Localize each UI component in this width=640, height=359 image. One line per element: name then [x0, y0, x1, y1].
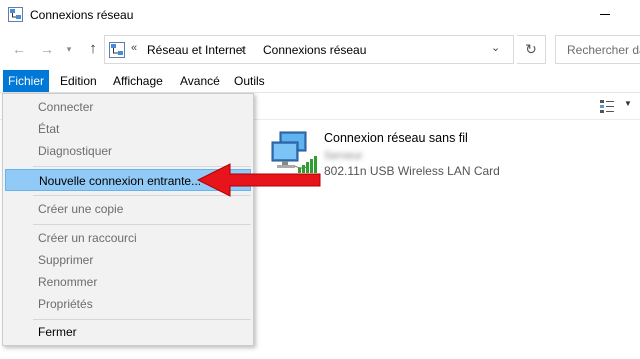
menu-item-connecter[interactable]: Connecter [5, 96, 251, 118]
menu-bar: Fichier Edition Affichage Avancé Outils [0, 70, 640, 93]
connection-ssid: Serveur [324, 150, 363, 162]
search-input[interactable]: Rechercher dans [555, 35, 640, 64]
search-placeholder: Rechercher dans [567, 43, 640, 57]
minimize-button[interactable] [600, 14, 610, 15]
menu-item-creer-une-copie[interactable]: Créer une copie [5, 198, 251, 220]
menu-avance[interactable]: Avancé [175, 70, 225, 92]
network-folder-icon [109, 42, 125, 58]
file-menu-dropdown: Connecter État Diagnostiquer Nouvelle co… [2, 93, 254, 346]
recent-locations-dropdown-icon[interactable]: ▾ [60, 40, 78, 58]
breadcrumb-connexions-reseau[interactable]: Connexions réseau [263, 43, 366, 57]
connection-name: Connexion réseau sans fil [324, 131, 468, 145]
breadcrumb-overflow-icon[interactable]: « [131, 42, 137, 54]
forward-arrow-icon[interactable]: → [38, 40, 56, 58]
refresh-button[interactable]: ↻ [517, 35, 546, 64]
change-view-icon[interactable] [600, 99, 614, 113]
up-arrow-icon[interactable]: ↑ [84, 40, 102, 58]
menu-edition[interactable]: Edition [55, 70, 102, 92]
network-connections-app-icon [8, 7, 23, 22]
navigation-bar: ← → ▾ ↑ « Réseau et Internet › Connexion… [0, 30, 640, 70]
menu-item-diagnostiquer[interactable]: Diagnostiquer [5, 140, 251, 162]
connection-device: 802.11n USB Wireless LAN Card [324, 164, 500, 178]
title-bar: Connexions réseau [0, 0, 640, 30]
view-options-dropdown-icon[interactable]: ▼ [624, 99, 632, 108]
menu-item-etat[interactable]: État [5, 118, 251, 140]
menu-item-creer-un-raccourci[interactable]: Créer un raccourci [5, 227, 251, 249]
breadcrumb-separator-icon[interactable]: › [241, 42, 245, 56]
back-arrow-icon[interactable]: ← [10, 40, 28, 58]
menu-item-supprimer[interactable]: Supprimer [5, 249, 251, 271]
menu-separator [33, 224, 251, 225]
address-dropdown-icon[interactable]: ⌄ [491, 41, 500, 54]
menu-item-proprietes[interactable]: Propriétés [5, 293, 251, 315]
menu-item-fermer[interactable]: Fermer [5, 321, 251, 343]
menu-item-renommer[interactable]: Renommer [5, 271, 251, 293]
window-title: Connexions réseau [30, 8, 134, 22]
menu-affichage[interactable]: Affichage [108, 70, 168, 92]
menu-outils[interactable]: Outils [229, 70, 270, 92]
menu-separator [33, 319, 251, 320]
menu-fichier[interactable]: Fichier [3, 70, 50, 92]
address-bar[interactable]: « Réseau et Internet › Connexions réseau… [104, 35, 514, 64]
annotation-arrow-icon [196, 163, 321, 197]
breadcrumb-reseau-internet[interactable]: Réseau et Internet [147, 43, 246, 57]
